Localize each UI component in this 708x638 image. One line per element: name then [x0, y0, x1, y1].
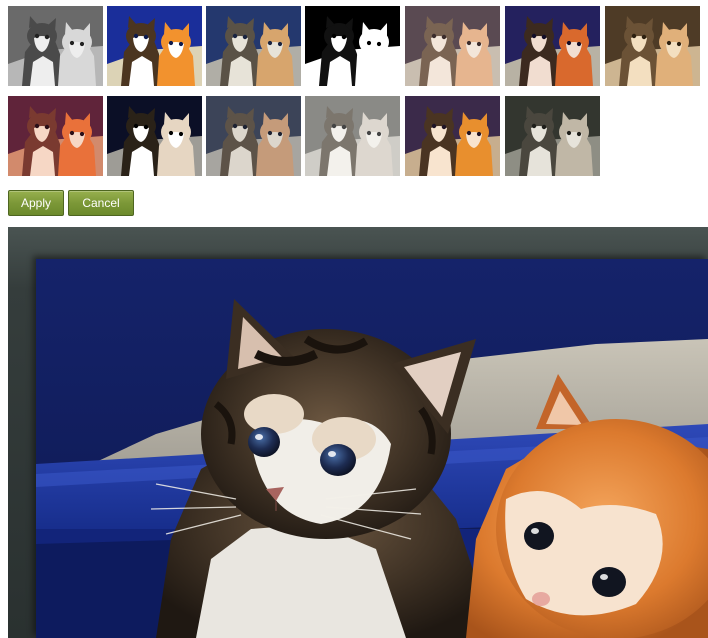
filter-thumbnail-sepia[interactable]: [605, 6, 700, 86]
apply-button[interactable]: Apply: [8, 190, 64, 216]
filter-thumbnail-vivid[interactable]: [107, 6, 202, 86]
filter-thumbnail-grid: [8, 6, 708, 176]
photo-filter-editor: Apply Cancel: [0, 0, 708, 638]
filter-thumbnail-contrast[interactable]: [505, 6, 600, 86]
filter-thumbnail-muted[interactable]: [206, 96, 301, 176]
filter-thumbnail-washed-out[interactable]: [305, 96, 400, 176]
filter-thumbnail-threshold[interactable]: [305, 6, 400, 86]
kittens-preview-image: [36, 259, 708, 638]
thumbnail-row-1: [8, 6, 708, 88]
cancel-button[interactable]: Cancel: [68, 190, 134, 216]
preview-frame: [8, 227, 708, 638]
filter-thumbnail-warm-red[interactable]: [8, 96, 103, 176]
filter-thumbnail-high-contrast[interactable]: [107, 96, 202, 176]
filter-thumbnail-faded[interactable]: [405, 6, 500, 86]
filter-thumbnail-cool[interactable]: [206, 6, 301, 86]
filter-thumbnail-grayscale[interactable]: [8, 6, 103, 86]
filter-thumbnail-desaturated[interactable]: [505, 96, 600, 176]
filter-thumbnail-saturated-warm[interactable]: [405, 96, 500, 176]
